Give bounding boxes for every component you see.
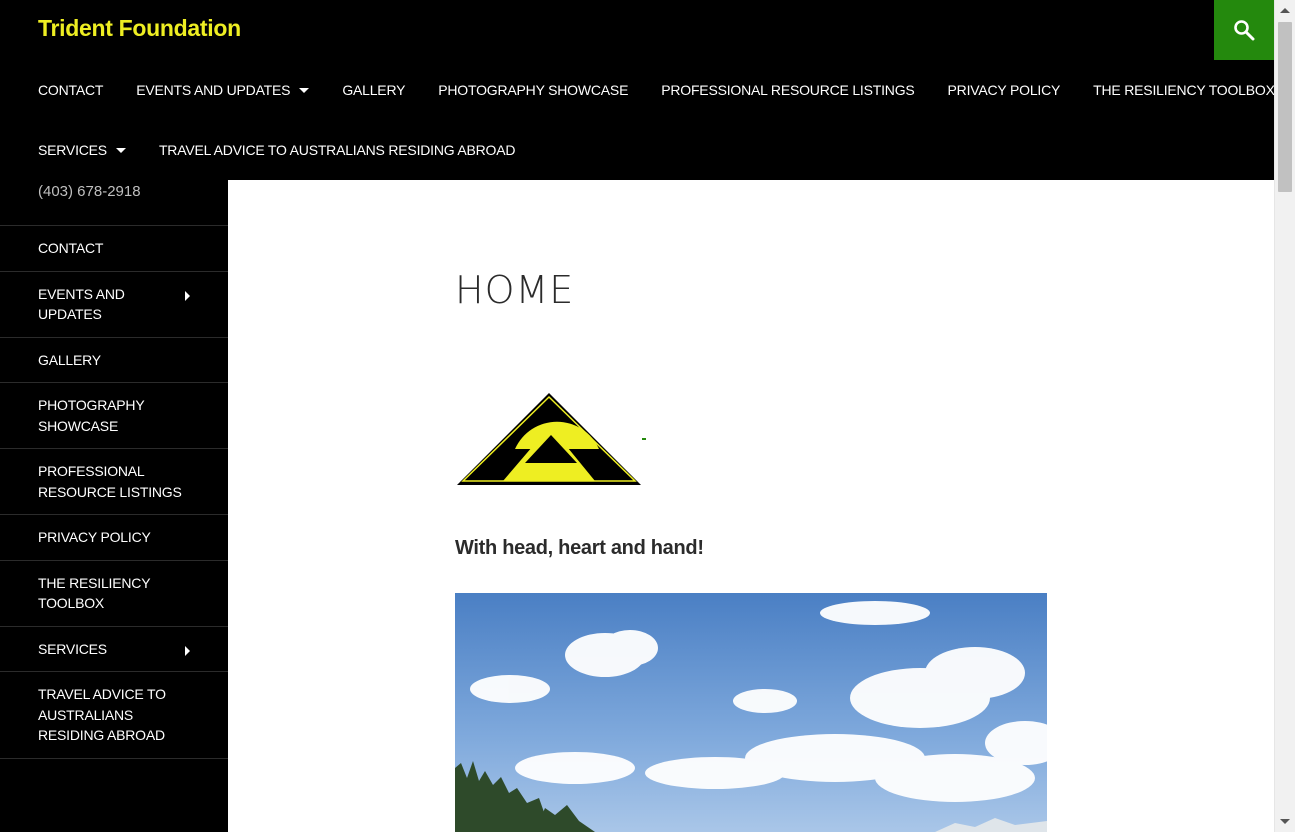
- nav-item-professional-resource-listings[interactable]: PROFESSIONAL RESOURCE LISTINGS: [661, 82, 915, 98]
- vertical-scrollbar[interactable]: [1274, 0, 1295, 832]
- sidebar-item-contact[interactable]: CONTACT: [0, 226, 228, 272]
- primary-navigation: CONTACT EVENTS AND UPDATES GALLERY PHOTO…: [0, 60, 1275, 180]
- nav-item-contact[interactable]: CONTACT: [38, 82, 103, 98]
- trident-logo-icon: [457, 393, 641, 485]
- sidebar-item-label: TRAVEL ADVICE TO AUSTRALIANS RESIDING AB…: [38, 686, 166, 743]
- caret-down-icon: [299, 87, 310, 93]
- sidebar-item-label: PHOTOGRAPHY SHOWCASE: [38, 397, 145, 434]
- scroll-up-arrow-icon[interactable]: [1280, 8, 1290, 13]
- primary-nav-row: SERVICES TRAVEL ADVICE TO AUSTRALIANS RE…: [38, 120, 548, 180]
- sidebar-item-label: PRIVACY POLICY: [38, 529, 151, 545]
- search-toggle-button[interactable]: [1214, 0, 1274, 60]
- main-content: HOME With head, heart and hand!: [228, 180, 1274, 832]
- page-title: HOME: [455, 268, 575, 312]
- sidebar-item-privacy-policy[interactable]: PRIVACY POLICY: [0, 515, 228, 561]
- sidebar-item-label: SERVICES: [38, 640, 107, 657]
- logo-link[interactable]: [642, 438, 646, 440]
- sidebar-item-services[interactable]: SERVICES: [0, 627, 228, 672]
- sidebar-item-gallery[interactable]: GALLERY: [0, 338, 228, 383]
- hero-image: [455, 593, 1047, 832]
- primary-nav-row: CONTACT EVENTS AND UPDATES GALLERY PHOTO…: [38, 60, 1295, 120]
- nav-item-label: SERVICES: [38, 142, 107, 158]
- caret-right-icon[interactable]: [185, 645, 190, 656]
- nav-item-services[interactable]: SERVICES: [38, 142, 126, 158]
- nav-item-label: GALLERY: [342, 82, 406, 98]
- nav-item-label: CONTACT: [38, 82, 104, 98]
- sidebar-phone: (403) 678-2918: [38, 183, 141, 200]
- sidebar-item-photography-showcase[interactable]: PHOTOGRAPHY SHOWCASE: [0, 383, 228, 449]
- site-header: Trident Foundation CONTACT EVENTS AND UP…: [0, 0, 1275, 180]
- tagline: With head, heart and hand!: [455, 537, 704, 559]
- caret-down-icon: [115, 147, 126, 153]
- sidebar: (403) 678-2918 CONTACT EVENTS AND UPDATE…: [0, 180, 228, 832]
- nav-item-travel-advice[interactable]: TRAVEL ADVICE TO AUSTRALIANS RESIDING AB…: [158, 142, 516, 158]
- scrollbar-thumb[interactable]: [1278, 22, 1292, 192]
- sidebar-menu: CONTACT EVENTS AND UPDATES GALLERY PHOTO…: [0, 225, 228, 759]
- search-icon: [1234, 20, 1255, 41]
- scroll-down-arrow-icon[interactable]: [1280, 819, 1290, 824]
- sidebar-item-resiliency-toolbox[interactable]: THE RESILIENCY TOOLBOX: [0, 561, 228, 627]
- nav-item-label: PROFESSIONAL RESOURCE LISTINGS: [661, 82, 915, 98]
- sidebar-item-label: PROFESSIONAL RESOURCE LISTINGS: [38, 463, 182, 500]
- site-title[interactable]: Trident Foundation: [38, 15, 241, 42]
- sidebar-item-travel-advice[interactable]: TRAVEL ADVICE TO AUSTRALIANS RESIDING AB…: [0, 672, 228, 759]
- nav-item-gallery[interactable]: GALLERY: [342, 82, 405, 98]
- sidebar-item-professional-resource-listings[interactable]: PROFESSIONAL RESOURCE LISTINGS: [0, 449, 228, 515]
- nav-item-label: PHOTOGRAPHY SHOWCASE: [438, 82, 629, 98]
- foundation-logo[interactable]: [455, 391, 645, 487]
- sidebar-item-events-and-updates[interactable]: EVENTS AND UPDATES: [0, 272, 228, 338]
- nav-item-label: THE RESILIENCY TOOLBOX: [1093, 82, 1275, 98]
- sidebar-item-label: EVENTS AND UPDATES: [38, 285, 125, 323]
- sidebar-item-label: CONTACT: [38, 240, 104, 256]
- sidebar-item-label: GALLERY: [38, 351, 101, 368]
- nav-item-label: PRIVACY POLICY: [947, 82, 1061, 98]
- caret-right-icon[interactable]: [185, 290, 190, 301]
- nav-item-resiliency-toolbox[interactable]: THE RESILIENCY TOOLBOX: [1093, 82, 1275, 98]
- nav-item-photography-showcase[interactable]: PHOTOGRAPHY SHOWCASE: [438, 82, 628, 98]
- nav-item-privacy-policy[interactable]: PRIVACY POLICY: [948, 82, 1061, 98]
- sidebar-item-label: THE RESILIENCY TOOLBOX: [38, 574, 151, 612]
- landscape-photo: [455, 593, 1047, 832]
- nav-item-events-and-updates[interactable]: EVENTS AND UPDATES: [136, 82, 310, 98]
- nav-item-label: TRAVEL ADVICE TO AUSTRALIANS RESIDING AB…: [158, 142, 516, 158]
- nav-item-label: EVENTS AND UPDATES: [136, 82, 291, 98]
